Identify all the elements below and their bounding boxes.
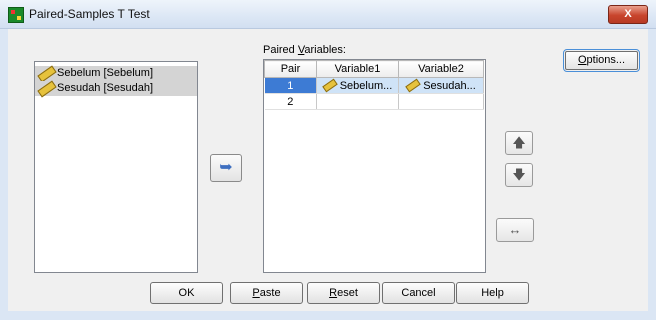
- source-variable-label: Sebelum [Sebelum]: [57, 67, 153, 79]
- cancel-button[interactable]: Cancel: [382, 282, 455, 304]
- column-header-variable2: Variable2: [398, 60, 484, 78]
- pair-number-cell[interactable]: 1: [264, 77, 317, 94]
- help-button[interactable]: Help: [456, 282, 529, 304]
- arrow-right-icon: ➥: [219, 159, 233, 176]
- window-title: Paired-Samples T Test: [29, 7, 150, 21]
- scale-ruler-icon: [405, 78, 421, 93]
- arrow-down-icon: 🡇: [512, 167, 526, 182]
- source-variable-label: Sesudah [Sesudah]: [57, 82, 154, 94]
- column-header-variable1: Variable1: [316, 60, 399, 78]
- app-icon: [8, 7, 24, 23]
- variable1-cell[interactable]: [316, 93, 399, 110]
- variable2-cell[interactable]: [398, 93, 484, 110]
- scale-ruler-icon: [37, 80, 57, 98]
- move-variable-button[interactable]: ➥: [210, 154, 242, 182]
- source-variable-item[interactable]: Sesudah [Sesudah]: [35, 80, 197, 98]
- scale-ruler-icon: [321, 78, 338, 93]
- options-button[interactable]: Options...: [563, 49, 640, 72]
- variable2-cell[interactable]: Sesudah...: [398, 77, 484, 94]
- close-button[interactable]: X: [608, 5, 648, 24]
- swap-variables-button[interactable]: ↔: [496, 218, 534, 242]
- source-variable-item[interactable]: Sebelum [Sebelum]: [35, 65, 197, 83]
- table-row[interactable]: 2: [264, 93, 484, 110]
- variable1-cell[interactable]: Sebelum...: [316, 77, 399, 94]
- pair-number-cell[interactable]: 2: [264, 93, 317, 110]
- source-variable-list[interactable]: Sebelum [Sebelum] Sesudah [Sesudah]: [34, 61, 198, 273]
- ok-button[interactable]: OK: [150, 282, 223, 304]
- paired-variables-table[interactable]: Pair Variable1 Variable2 1 Sebelum... Se…: [263, 59, 486, 273]
- column-header-pair: Pair: [264, 60, 317, 78]
- reset-button[interactable]: Reset: [307, 282, 380, 304]
- title-bar: Paired-Samples T Test X: [0, 0, 656, 29]
- swap-arrows-icon: ↔: [508, 222, 522, 237]
- move-down-button[interactable]: 🡇: [505, 163, 533, 187]
- scale-ruler-icon: [37, 65, 57, 83]
- paste-button[interactable]: Paste: [230, 282, 303, 304]
- table-row[interactable]: 1 Sebelum... Sesudah...: [264, 77, 484, 94]
- move-up-button[interactable]: 🡅: [505, 131, 533, 155]
- table-header-row: Pair Variable1 Variable2: [264, 60, 484, 78]
- paired-variables-label: Paired Variables:: [263, 44, 346, 56]
- arrow-up-icon: 🡅: [512, 135, 526, 150]
